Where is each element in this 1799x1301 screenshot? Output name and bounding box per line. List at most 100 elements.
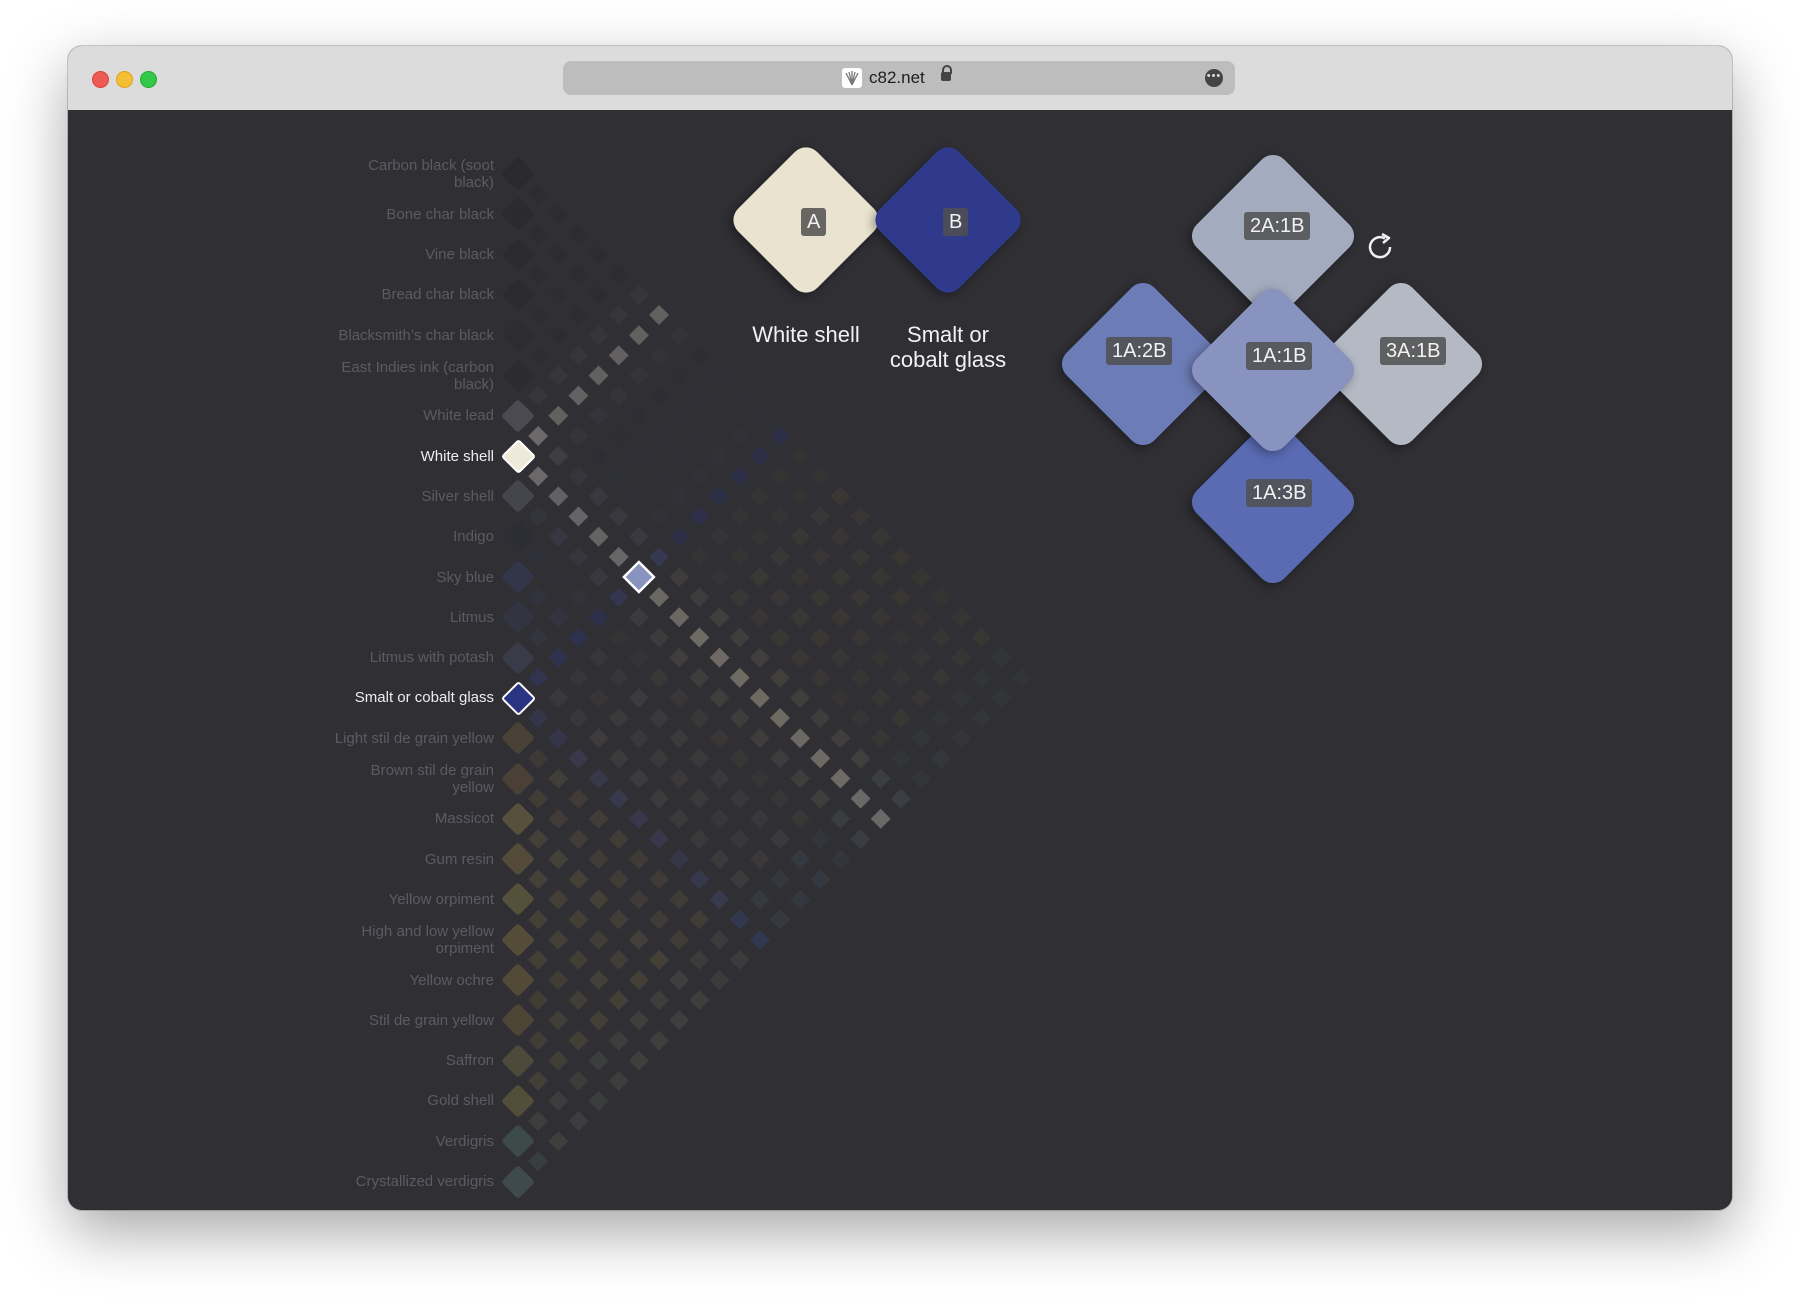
mix-cell[interactable] <box>729 627 750 648</box>
mix-cell[interactable] <box>628 889 649 910</box>
mix-cell[interactable] <box>568 1111 589 1132</box>
mix-cell[interactable] <box>709 970 730 990</box>
mix-cell[interactable] <box>769 466 790 487</box>
mix-cell[interactable] <box>850 506 871 527</box>
mix-cell[interactable] <box>669 687 690 708</box>
mix-cell[interactable] <box>548 1131 569 1152</box>
mix-cell[interactable] <box>528 345 549 366</box>
mix-cell[interactable] <box>689 546 710 567</box>
mix-cell[interactable] <box>568 1070 589 1091</box>
mix-cell[interactable] <box>810 627 831 648</box>
refresh-icon[interactable] <box>1364 230 1398 264</box>
mix-cell[interactable] <box>568 748 589 769</box>
mix-cell[interactable] <box>729 425 750 446</box>
mix-cell[interactable] <box>830 768 851 789</box>
mix-cell[interactable] <box>689 385 710 406</box>
pigment-label[interactable]: Light stil de grain yellow <box>329 730 494 747</box>
mix-cell[interactable] <box>608 627 629 648</box>
mix-cell[interactable] <box>729 587 750 608</box>
mix-cell[interactable] <box>689 667 710 688</box>
mix-cell[interactable] <box>548 405 569 426</box>
mix-cell[interactable] <box>528 828 549 849</box>
pigment-label[interactable]: Gum resin <box>329 851 494 868</box>
mix-cell[interactable] <box>588 687 609 708</box>
mix-cell[interactable] <box>729 828 750 849</box>
pigment-label[interactable]: Vine black <box>329 246 494 263</box>
mix-cell[interactable] <box>528 949 549 970</box>
mix-cell[interactable] <box>931 627 952 648</box>
mix-cell[interactable] <box>548 284 569 305</box>
mix-cell[interactable] <box>669 446 690 467</box>
mix-cell[interactable] <box>568 667 589 688</box>
mix-cell[interactable] <box>810 506 831 527</box>
mix-cell[interactable] <box>669 526 690 547</box>
mix-cell[interactable] <box>528 305 549 326</box>
mix-cell[interactable] <box>628 607 649 628</box>
mix-cell[interactable] <box>810 828 831 849</box>
mix-cell[interactable] <box>669 808 690 829</box>
mix-cell[interactable] <box>649 667 670 688</box>
mix-cell[interactable] <box>568 506 589 527</box>
mix-cell[interactable] <box>749 728 770 749</box>
mix-cell[interactable] <box>769 587 790 608</box>
mix-cell[interactable] <box>588 1050 609 1071</box>
mix-cell[interactable] <box>608 828 629 849</box>
mix-cell[interactable] <box>588 647 609 668</box>
mix-cell[interactable] <box>528 466 549 487</box>
mix-cell[interactable] <box>628 647 649 668</box>
mix-cell[interactable] <box>709 889 730 910</box>
mix-cell[interactable] <box>588 808 609 829</box>
mix-cell[interactable] <box>588 728 609 749</box>
mix-cell[interactable] <box>850 708 871 729</box>
mix-cell[interactable] <box>689 828 710 849</box>
mix-cell[interactable] <box>568 949 589 970</box>
mix-cell[interactable] <box>649 425 670 446</box>
mix-cell[interactable] <box>709 567 730 587</box>
mix-cell[interactable] <box>830 607 851 628</box>
mix-cell[interactable] <box>548 808 569 829</box>
mix-cell[interactable] <box>790 849 811 870</box>
mix-cell[interactable] <box>588 929 609 950</box>
pigment-label[interactable]: Blacksmith’s char black <box>329 327 494 344</box>
mix-cell[interactable] <box>689 708 710 729</box>
mix-cell[interactable] <box>689 909 710 930</box>
mix-cell[interactable] <box>548 365 569 386</box>
mix-cell[interactable] <box>790 728 811 749</box>
mix-cell[interactable] <box>649 345 670 366</box>
mix-cell[interactable] <box>810 748 831 769</box>
mix-cell[interactable] <box>729 869 750 890</box>
mix-cell[interactable] <box>810 869 831 890</box>
mix-cell[interactable] <box>991 687 1012 708</box>
mix-cell[interactable] <box>588 970 609 990</box>
mix-cell[interactable] <box>951 728 972 749</box>
mix-cell[interactable] <box>588 526 609 547</box>
mix-cell[interactable] <box>749 446 770 467</box>
mix-cell[interactable] <box>709 808 730 829</box>
mix-cell[interactable] <box>588 486 609 507</box>
pigment-label[interactable]: Litmus with potash <box>329 649 494 666</box>
mix-cell[interactable] <box>628 929 649 950</box>
mix-cell[interactable] <box>729 909 750 930</box>
mix-cell[interactable] <box>649 990 670 1011</box>
pigment-label[interactable]: Bone char black <box>329 206 494 223</box>
mix-cell[interactable] <box>528 224 549 245</box>
mix-cell[interactable] <box>628 808 649 829</box>
mix-cell[interactable] <box>870 647 891 668</box>
mix-cell[interactable] <box>528 788 549 809</box>
mix-cell[interactable] <box>669 1010 690 1031</box>
mix-cell[interactable] <box>890 788 911 809</box>
mix-cell[interactable] <box>548 687 569 708</box>
mix-cell[interactable] <box>810 546 831 567</box>
mix-cell[interactable] <box>528 627 549 648</box>
mix-cell[interactable] <box>709 365 730 386</box>
mix-cell[interactable] <box>810 466 831 487</box>
mix-cell[interactable] <box>628 728 649 749</box>
mix-cell[interactable] <box>528 869 549 890</box>
mix-cell[interactable] <box>649 506 670 527</box>
mix-cell[interactable] <box>769 869 790 890</box>
mix-cell[interactable] <box>528 1030 549 1051</box>
mix-cell[interactable] <box>568 828 589 849</box>
mix-cell[interactable] <box>548 567 569 587</box>
mix-cell[interactable] <box>830 728 851 749</box>
mix-cell[interactable] <box>548 607 569 628</box>
